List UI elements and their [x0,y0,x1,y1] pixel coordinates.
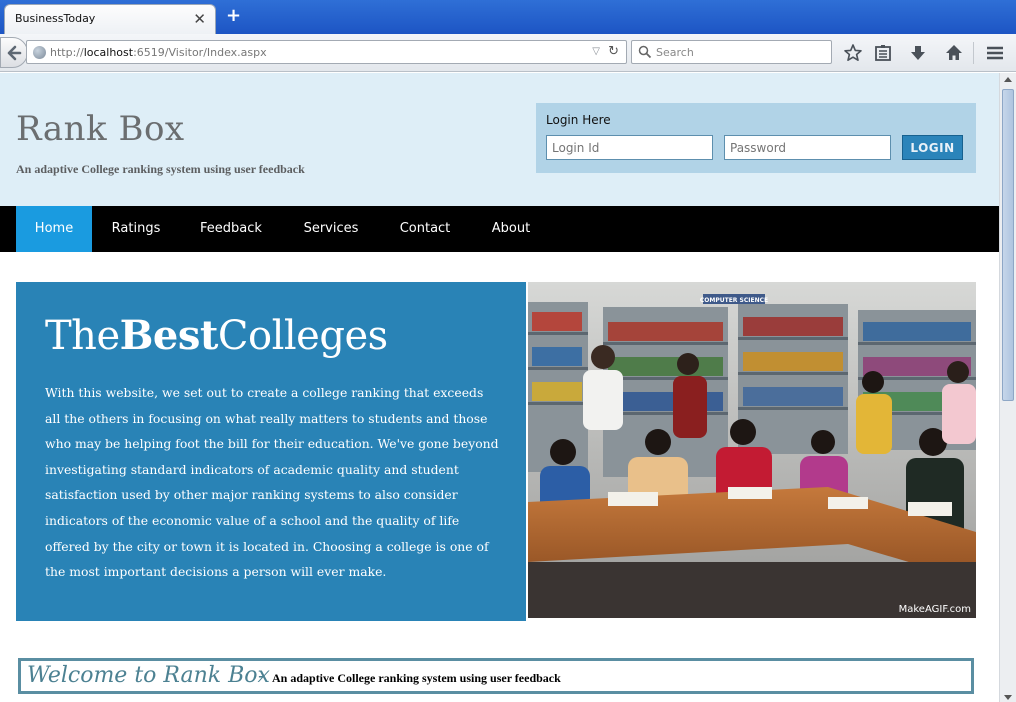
scroll-up-icon[interactable] [1004,77,1012,82]
browser-tab[interactable]: BusinessToday ✕ [4,4,216,34]
tab-title: BusinessToday [15,12,96,25]
close-tab-icon[interactable]: ✕ [193,10,206,28]
login-heading: Login Here [546,113,611,127]
menu-item-feedback[interactable]: Feedback [180,206,282,252]
toolbar-divider [973,42,974,64]
login-id-input[interactable] [546,135,713,160]
password-input[interactable] [724,135,891,160]
browser-navbar: http://localhost:6519/Visitor/Index.aspx… [0,34,1016,72]
reload-icon[interactable]: ↻ [608,44,619,59]
page-scrollbar[interactable] [999,73,1016,702]
menu-item-contact[interactable]: Contact [380,206,470,252]
hero-description: With this website, we set out to create … [45,385,499,580]
address-bar[interactable]: http://localhost:6519/Visitor/Index.aspx… [26,40,627,64]
welcome-subtitle: An adaptive College ranking system using… [272,671,561,685]
login-panel: Login Here LOGIN [536,103,976,173]
menu-item-ratings[interactable]: Ratings [92,206,180,252]
back-button[interactable] [0,37,28,68]
bookmark-star-icon[interactable] [843,43,863,63]
login-button[interactable]: LOGIN [902,135,963,160]
home-icon[interactable] [944,43,964,63]
main-menu: Home Ratings Feedback Services Contact A… [0,206,999,252]
browser-titlebar: BusinessToday ✕ + [0,0,1016,34]
back-arrow-icon [7,45,22,61]
scroll-down-icon[interactable] [1004,695,1012,700]
scroll-thumb[interactable] [1002,89,1014,401]
search-icon [638,45,652,59]
hamburger-menu-icon[interactable] [985,43,1005,63]
download-icon[interactable] [908,43,928,63]
new-tab-icon[interactable]: + [226,5,241,26]
site-tagline: An adaptive College ranking system using… [16,162,305,176]
globe-icon [33,46,46,59]
url-dropdown-icon[interactable]: ▽ [592,46,600,57]
browser-search-bar[interactable]: Search [631,40,832,64]
photo-shelf-sign: COMPUTER SCIENCE [700,297,768,304]
hero-library-photo: COMPUTER SCIENCE MakeAGIF.com [528,282,976,618]
hero-text-panel: TheBestColleges With this website, we se… [16,282,526,621]
site-title: Rank Box [16,109,185,149]
web-page: Rank Box An adaptive College ranking sys… [0,73,999,702]
search-placeholder: Search [656,46,694,59]
menu-item-services[interactable]: Services [282,206,380,252]
photo-watermark: MakeAGIF.com [898,604,971,615]
welcome-title: Welcome to Rank Box [27,663,270,688]
url-text: http://localhost:6519/Visitor/Index.aspx [50,46,267,59]
menu-item-home[interactable]: Home [16,206,92,252]
menu-item-about[interactable]: About [470,206,552,252]
library-students-illustration: COMPUTER SCIENCE [528,282,976,618]
bookmarks-menu-icon[interactable] [873,43,893,63]
site-header: Rank Box An adaptive College ranking sys… [0,73,999,206]
hero-title: TheBestColleges [45,312,388,359]
welcome-dash: - [258,663,265,687]
welcome-banner: Welcome to Rank Box - An adaptive Colleg… [18,658,974,694]
